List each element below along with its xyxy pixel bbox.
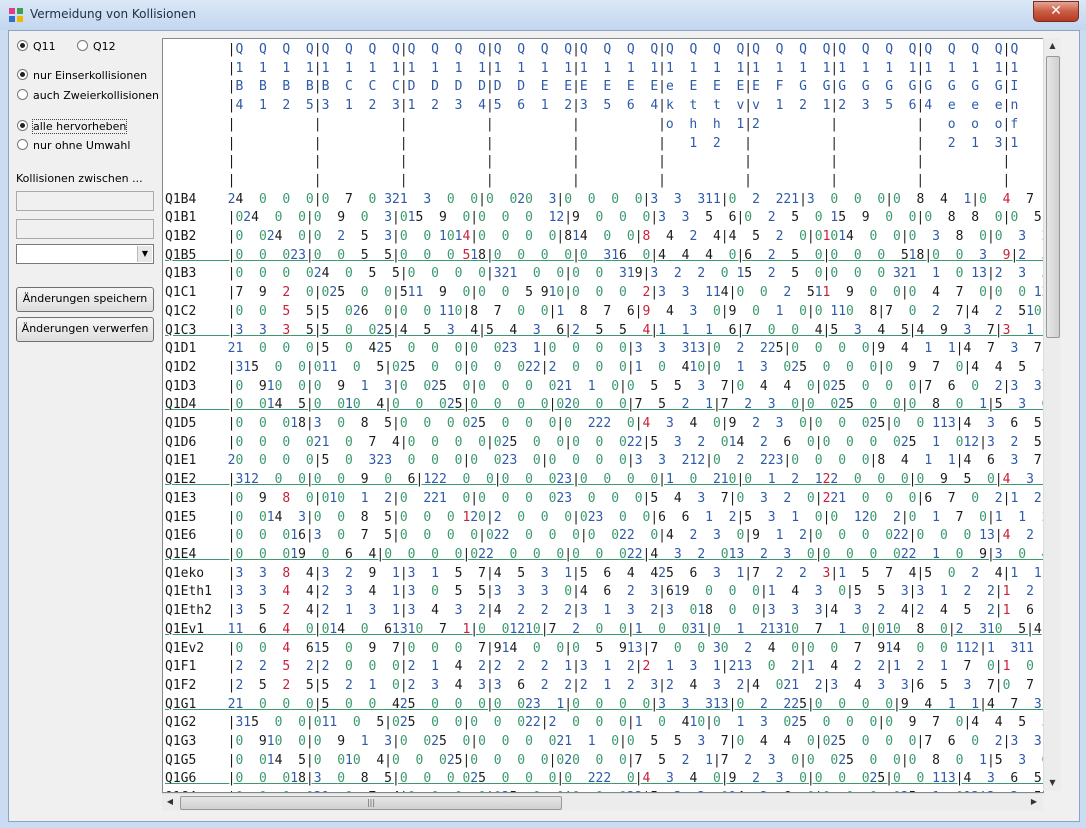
options-panel: Q11 Q12 nur Einserkollisionen auch Zweie… (9, 31, 159, 821)
matrix-row: Q1Eth2 |3 5 2 4|2 1 3 1|3 4 3 2|4 2 2 2|… (165, 603, 1034, 619)
scroll-left-icon[interactable]: ◀ (162, 794, 178, 810)
matrix-row: Q1B3 |0 0 0 024 0 5 5|0 0 0 0|321 0 0|0 … (165, 266, 1043, 282)
matrix-row: Q1Eth1 |3 3 4 4|2 3 4 1|3 0 5 5|3 3 3 0|… (165, 584, 1034, 600)
matrix-row: Q1F2 |2 5 2 5|5 2 1 0|2 3 4 3|3 6 2 2|2 … (165, 677, 1034, 693)
collision-field-2[interactable] (16, 219, 154, 239)
matrix-row: Q1B5 |0 0 023|0 0 5 5|0 0 0 518|0 0 0 0|… (165, 247, 1043, 263)
matrix-row: Q1Ev2 |0 0 4 615 0 9 7|0 0 0 7|914 0 0|0… (165, 640, 1034, 656)
app-window: Vermeidung von Kollisionen ✕ Q11 Q12 nur… (0, 0, 1086, 828)
radio-einser-label: nur Einserkollisionen (33, 69, 148, 82)
matrix-row: Q1B2 |0 024 0|0 2 5 3|0 0 1014|0 0 0 0|8… (165, 229, 1043, 245)
radio-alle-hervorheben[interactable]: alle hervorheben (17, 119, 128, 134)
radio-ohne-umwahl[interactable]: nur ohne Umwahl (17, 139, 130, 153)
matrix-row: Q1G2 |315 0 0|011 0 5|025 0 0|0 0 022|2 … (165, 715, 1043, 731)
radio-ohne-indicator[interactable] (17, 139, 28, 150)
matrix-row: Q1D2 |315 0 0|011 0 5|025 0 0|0 0 022|2 … (165, 359, 1043, 375)
radio-q11-indicator[interactable] (17, 40, 28, 51)
matrix-row: Q1B4 24 0 0 0|0 7 0 321 3 0 0|0 020 3|0 … (165, 191, 1034, 207)
discard-changes-button[interactable]: Änderungen verwerfen (16, 317, 154, 342)
matrix-row: Q1G5 |0 014 5|0 010 4|0 0 025|0 0 0 0|02… (165, 752, 1043, 768)
scroll-down-icon[interactable]: ▼ (1044, 775, 1061, 791)
client-area: Q11 Q12 nur Einserkollisionen auch Zweie… (8, 30, 1080, 822)
save-changes-button[interactable]: Änderungen speichern (16, 287, 154, 312)
radio-q11[interactable]: Q11 (17, 40, 56, 54)
matrix-row: Q1C1 |7 9 2 0|025 0 0|511 9 0|0 0 5 910|… (165, 285, 1043, 301)
matrix-row: Q1G6 |0 0 018|3 0 8 5|0 0 0 025 0 0 0|0 … (165, 771, 1043, 787)
matrix-row: Q1eko |3 3 8 4|3 2 9 1|3 1 5 7|4 5 3 1|5… (165, 565, 1042, 581)
vertical-scroll-thumb[interactable] (1046, 56, 1060, 338)
matrix-row: Q1E6 |0 0 016|3 0 7 5|0 0 0 0|022 0 0 0|… (165, 528, 1034, 544)
matrix-row: Q1C2 |0 0 5 5|5 026 0|0 0 110|8 7 0 0|1 … (165, 303, 1043, 319)
collision-combo[interactable]: ▼ (16, 244, 154, 264)
radio-zweier-indicator[interactable] (17, 89, 28, 100)
radio-einserkollisionen[interactable]: nur Einserkollisionen (17, 69, 147, 83)
matrix-row: Q1D5 |0 0 018|3 0 8 5|0 0 0 025 0 0 0|0 … (165, 416, 1043, 432)
collision-field-1[interactable] (16, 191, 154, 211)
collision-matrix[interactable]: |Q Q Q Q|Q Q Q Q|Q Q Q Q|Q Q Q Q|Q Q Q Q… (162, 38, 1044, 793)
matrix-row: Q1E5 |0 014 3|0 0 8 5|0 0 0 120|2 0 0 0|… (165, 509, 1043, 525)
radio-zweier-label: auch Zweierkollisionen (33, 89, 159, 102)
matrix-row: Q1G1 21 0 0 0|5 0 0 425 0 0 0|0 023 1|0 … (165, 696, 1042, 712)
matrix-row: Q1G3 |0 910 0|0 9 1 3|0 025 0|0 0 0 021 … (165, 734, 1042, 750)
matrix-row: Q1D3 |0 910 0|0 9 1 3|0 025 0|0 0 0 021 … (165, 378, 1042, 394)
matrix-row: Q1D1 21 0 0 0|5 0 425 0 0 0|0 023 1|0 0 … (165, 341, 1043, 357)
title-bar: Vermeidung von Kollisionen ✕ (0, 0, 1086, 30)
horizontal-scroll-thumb[interactable]: ||| (180, 796, 562, 810)
horizontal-scrollbar[interactable]: ◀ ||| ▶ (162, 793, 1043, 811)
radio-einser-indicator[interactable] (17, 69, 28, 80)
window-title: Vermeidung von Kollisionen (30, 7, 197, 21)
radio-q11-label: Q11 (33, 40, 56, 53)
radio-q12-label: Q12 (93, 40, 116, 53)
matrix-row: Q1E4 |0 0 019 0 6 4|0 0 0 0|022 0 0 0|0 … (165, 546, 1043, 562)
matrix-row: Q1D6 |0 0 0 021 0 7 4|0 0 0 0|025 0 0|0 … (165, 434, 1042, 450)
scroll-up-icon[interactable]: ▲ (1044, 38, 1061, 54)
matrix-row: Q1E2 |312 0 0|0 0 9 0 6|122 0 0|0 0 023|… (165, 472, 1034, 488)
matrix-row: Q1B1 |024 0 0|0 9 0 3|015 9 0|0 0 0 12|9… (165, 210, 1042, 226)
close-button[interactable]: ✕ (1033, 1, 1079, 22)
radio-q12[interactable]: Q12 (77, 40, 116, 54)
matrix-row: Q1E1 20 0 0 0|5 0 323 0 0 0|0 023 0|0 0 … (165, 453, 1043, 469)
dropdown-arrow-icon[interactable]: ▼ (137, 246, 152, 262)
matrix-row: Q1E3 |0 9 8 0|010 1 2|0 221 0|0 0 0 023 … (165, 490, 1042, 506)
radio-alle-label: alle hervorheben (31, 119, 128, 134)
radio-zweierkollisionen[interactable]: auch Zweierkollisionen (17, 89, 159, 103)
vertical-scrollbar[interactable]: ▲ ▼ (1043, 38, 1061, 791)
matrix-row: Q1D4 |0 014 5|0 010 4|0 0 025|0 0 0 0|02… (165, 397, 1043, 413)
scroll-right-icon[interactable]: ▶ (1026, 794, 1042, 810)
matrix-row: Q1F1 |2 2 5 2|2 0 0 0|2 1 4 2|2 2 2 1|3 … (165, 659, 1034, 675)
radio-q12-indicator[interactable] (77, 40, 88, 51)
radio-alle-indicator[interactable] (17, 120, 28, 131)
collision-matrix-text: |Q Q Q Q|Q Q Q Q|Q Q Q Q|Q Q Q Q|Q Q Q Q… (165, 41, 1043, 792)
app-icon (9, 8, 23, 22)
matrix-row: Q1C3 |3 3 3 5|5 0 025|4 5 3 4|5 4 3 6|2 … (165, 322, 1034, 338)
matrix-row: Q1Ev1 11 6 4 0|014 0 61310 7 1|0 01210|7… (165, 621, 1042, 637)
collisions-label: Kollisionen zwischen ... (16, 172, 143, 185)
radio-ohne-label: nur ohne Umwahl (33, 139, 131, 152)
